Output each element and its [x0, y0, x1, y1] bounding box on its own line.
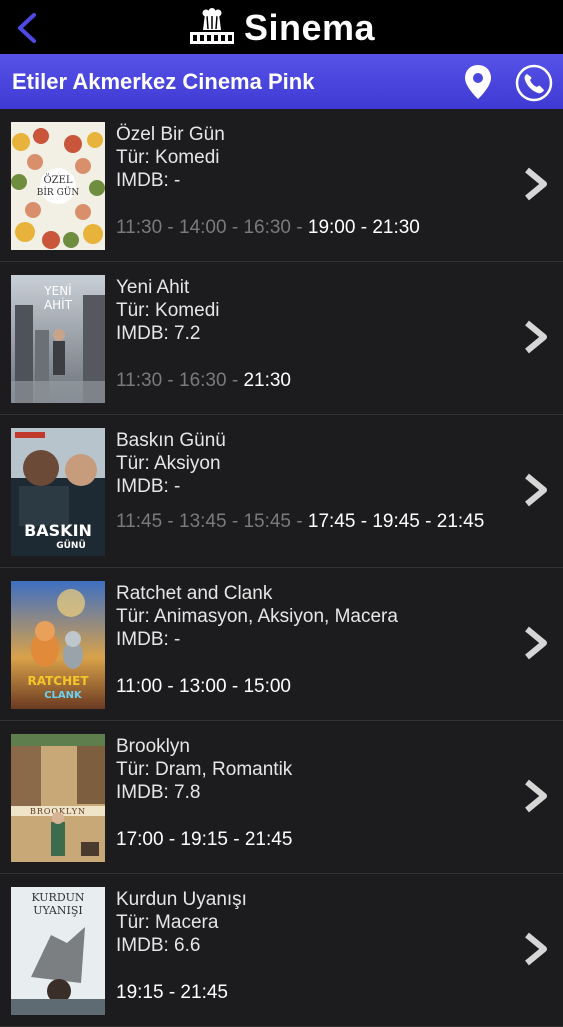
upcoming-showtimes: 11:00 - 13:00 - 15:00: [116, 676, 291, 697]
svg-text:KURDUN: KURDUN: [31, 891, 84, 904]
cinema-header: Etiler Akmerkez Cinema Pink: [0, 54, 563, 109]
movie-row[interactable]: BROOKLYN Brooklyn Tür: Dram, Romantik IM…: [0, 721, 563, 874]
movie-genre: Tür: Aksiyon: [116, 453, 221, 474]
popcorn-film-icon: [189, 8, 234, 44]
upcoming-showtimes: 17:00 - 19:15 - 21:45: [116, 829, 293, 850]
movie-title: Yeni Ahit: [116, 277, 190, 298]
chevron-right-icon[interactable]: [521, 779, 551, 813]
svg-text:RATCHET: RATCHET: [27, 674, 89, 688]
movie-title: Kurdun Uyanışı: [116, 889, 247, 910]
movie-imdb: IMDB: 7.2: [116, 323, 201, 344]
showtimes: 11:30 - 16:30 - 21:30: [116, 369, 493, 393]
svg-text:BİR GÜN: BİR GÜN: [37, 186, 80, 198]
app-brand: Sinema: [0, 6, 563, 50]
movie-imdb: IMDB: -: [116, 476, 181, 497]
svg-text:UYANIŞI: UYANIŞI: [33, 904, 82, 917]
showtimes: 11:45 - 13:45 - 15:45 - 17:45 - 19:45 - …: [116, 510, 493, 534]
svg-text:YENİ: YENİ: [43, 283, 71, 298]
chevron-right-icon[interactable]: [521, 320, 551, 354]
svg-text:GÜNÜ: GÜNÜ: [56, 540, 86, 551]
movie-list: ÖZEL BİR GÜN Özel Bir Gün Tür: Komedi IM…: [0, 109, 563, 1027]
movie-poster: BROOKLYN: [11, 734, 105, 862]
movie-imdb: IMDB: 7.8: [116, 782, 201, 803]
svg-text:BASKIN: BASKIN: [24, 521, 92, 540]
past-showtimes: 11:30 - 14:00 - 16:30 -: [116, 217, 308, 238]
movie-genre: Tür: Macera: [116, 912, 219, 933]
movie-imdb: IMDB: -: [116, 170, 181, 191]
chevron-right-icon[interactable]: [521, 626, 551, 660]
showtimes: 11:30 - 14:00 - 16:30 - 19:00 - 21:30: [116, 216, 493, 240]
upcoming-showtimes: 17:45 - 19:45 - 21:45: [307, 511, 485, 532]
movie-title: Baskın Günü: [116, 430, 226, 451]
movie-genre: Tür: Dram, Romantik: [116, 759, 293, 780]
svg-text:ÖZEL: ÖZEL: [43, 174, 72, 186]
showtimes: 19:15 - 21:45: [116, 981, 493, 1005]
svg-text:AHİT: AHİT: [44, 297, 73, 312]
movie-poster: KURDUN UYANIŞI: [11, 887, 105, 1015]
movie-row[interactable]: ÖZEL BİR GÜN Özel Bir Gün Tür: Komedi IM…: [0, 109, 563, 262]
upcoming-showtimes: 21:30: [243, 370, 291, 391]
movie-poster: ÖZEL BİR GÜN: [11, 122, 105, 250]
upcoming-showtimes: 19:00 - 21:30: [307, 217, 420, 238]
phone-icon[interactable]: [515, 64, 553, 102]
movie-row[interactable]: KURDUN UYANIŞI Kurdun Uyanışı Tür: Macer…: [0, 874, 563, 1027]
page-title: Sinema: [243, 7, 376, 48]
cinema-name: Etiler Akmerkez Cinema Pink: [12, 69, 315, 94]
chevron-right-icon[interactable]: [521, 932, 551, 966]
movie-row[interactable]: RATCHET CLANK Ratchet and Clank Tür: Ani…: [0, 568, 563, 721]
movie-genre: Tür: Animasyon, Aksiyon, Macera: [116, 606, 398, 627]
past-showtimes: 11:45 - 13:45 - 15:45 -: [116, 511, 308, 532]
movie-imdb: IMDB: -: [116, 629, 181, 650]
movie-genre: Tür: Komedi: [116, 147, 220, 168]
chevron-right-icon[interactable]: [521, 167, 551, 201]
showtimes: 11:00 - 13:00 - 15:00: [116, 675, 493, 699]
movie-genre: Tür: Komedi: [116, 300, 220, 321]
movie-title: Özel Bir Gün: [116, 124, 225, 145]
movie-title: Ratchet and Clank: [116, 583, 273, 604]
showtimes: 17:00 - 19:15 - 21:45: [116, 828, 493, 852]
movie-imdb: IMDB: 6.6: [116, 935, 201, 956]
location-pin-icon[interactable]: [463, 64, 493, 100]
past-showtimes: 11:30 - 16:30 -: [116, 370, 244, 391]
top-navigation-bar: Sinema: [0, 0, 563, 54]
movie-poster: BASKIN GÜNÜ: [11, 428, 105, 556]
movie-row[interactable]: BASKIN GÜNÜ Baskın Günü Tür: Aksiyon IMD…: [0, 415, 563, 568]
movie-title: Brooklyn: [116, 736, 190, 757]
movie-poster: YENİ AHİT: [11, 275, 105, 403]
svg-text:CLANK: CLANK: [44, 690, 83, 701]
chevron-right-icon[interactable]: [521, 473, 551, 507]
movie-poster: RATCHET CLANK: [11, 581, 105, 709]
movie-row[interactable]: YENİ AHİT Yeni Ahit Tür: Komedi IMDB: 7.…: [0, 262, 563, 415]
